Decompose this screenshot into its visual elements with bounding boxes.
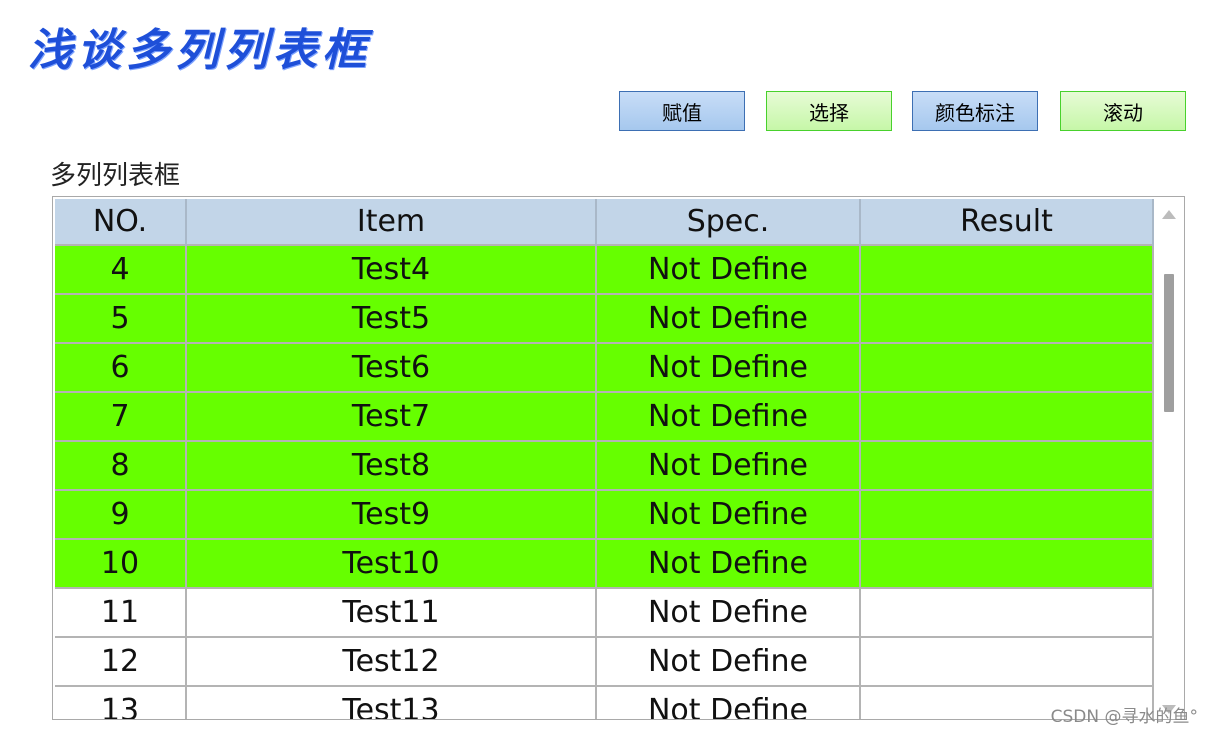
- cell-result: [860, 489, 1154, 539]
- cell-no: 4: [55, 244, 187, 294]
- select-button[interactable]: 选择: [766, 91, 892, 131]
- table-row[interactable]: 11 Test11 Not Define: [55, 587, 1154, 637]
- cell-item: Test6: [186, 342, 597, 392]
- cell-spec: Not Define: [596, 685, 861, 719]
- cell-no: 5: [55, 293, 187, 343]
- cell-no: 10: [55, 538, 187, 588]
- cell-spec: Not Define: [596, 342, 861, 392]
- scroll-up-arrow-icon[interactable]: [1162, 210, 1176, 219]
- table-row[interactable]: 12 Test12 Not Define: [55, 636, 1154, 686]
- cell-item: Test10: [186, 538, 597, 588]
- scrollbar-thumb[interactable]: [1164, 274, 1174, 412]
- listbox-table: NO. Item Spec. Result 4 Test4 Not Define 5 T…: [55, 199, 1154, 719]
- cell-result: [860, 587, 1154, 637]
- color-mark-button[interactable]: 颜色标注: [912, 91, 1038, 131]
- cell-no: 8: [55, 440, 187, 490]
- column-header-spec[interactable]: Spec.: [596, 199, 861, 245]
- cell-spec: Not Define: [596, 391, 861, 441]
- header-row: NO. Item Spec. Result: [55, 199, 1154, 245]
- cell-spec: Not Define: [596, 636, 861, 686]
- cell-no: 9: [55, 489, 187, 539]
- table-row[interactable]: 4 Test4 Not Define: [55, 244, 1154, 294]
- cell-item: Test11: [186, 587, 597, 637]
- cell-item: Test7: [186, 391, 597, 441]
- cell-spec: Not Define: [596, 244, 861, 294]
- table-row[interactable]: 10 Test10 Not Define: [55, 538, 1154, 588]
- watermark: CSDN @寻水的鱼°: [1050, 707, 1198, 727]
- multicolumn-listbox[interactable]: NO. Item Spec. Result 4 Test4 Not Define 5 T…: [52, 196, 1185, 720]
- cell-result: [860, 244, 1154, 294]
- cell-item: Test4: [186, 244, 597, 294]
- column-header-item[interactable]: Item: [186, 199, 597, 245]
- table-row[interactable]: 7 Test7 Not Define: [55, 391, 1154, 441]
- table-row[interactable]: 9 Test9 Not Define: [55, 489, 1154, 539]
- table-row[interactable]: 13 Test13 Not Define: [55, 685, 1154, 719]
- assign-button[interactable]: 赋值: [619, 91, 745, 131]
- table-row[interactable]: 5 Test5 Not Define: [55, 293, 1154, 343]
- cell-result: [860, 636, 1154, 686]
- cell-no: 6: [55, 342, 187, 392]
- cell-result: [860, 538, 1154, 588]
- table-row[interactable]: 8 Test8 Not Define: [55, 440, 1154, 490]
- cell-result: [860, 293, 1154, 343]
- cell-spec: Not Define: [596, 489, 861, 539]
- table-row[interactable]: 6 Test6 Not Define: [55, 342, 1154, 392]
- column-header-result[interactable]: Result: [860, 199, 1154, 245]
- cell-no: 13: [55, 685, 187, 719]
- cell-no: 12: [55, 636, 187, 686]
- cell-result: [860, 391, 1154, 441]
- cell-item: Test5: [186, 293, 597, 343]
- cell-item: Test9: [186, 489, 597, 539]
- cell-result: [860, 440, 1154, 490]
- cell-no: 7: [55, 391, 187, 441]
- cell-spec: Not Define: [596, 587, 861, 637]
- cell-item: Test8: [186, 440, 597, 490]
- page-title: 浅谈多列列表框: [28, 25, 371, 76]
- cell-spec: Not Define: [596, 440, 861, 490]
- cell-result: [860, 342, 1154, 392]
- vertical-scrollbar[interactable]: [1156, 198, 1183, 718]
- listbox-label: 多列列表框: [50, 161, 181, 191]
- cell-no: 11: [55, 587, 187, 637]
- cell-item: Test13: [186, 685, 597, 719]
- cell-spec: Not Define: [596, 293, 861, 343]
- scroll-button[interactable]: 滚动: [1060, 91, 1186, 131]
- column-header-no[interactable]: NO.: [55, 199, 187, 245]
- cell-spec: Not Define: [596, 538, 861, 588]
- cell-item: Test12: [186, 636, 597, 686]
